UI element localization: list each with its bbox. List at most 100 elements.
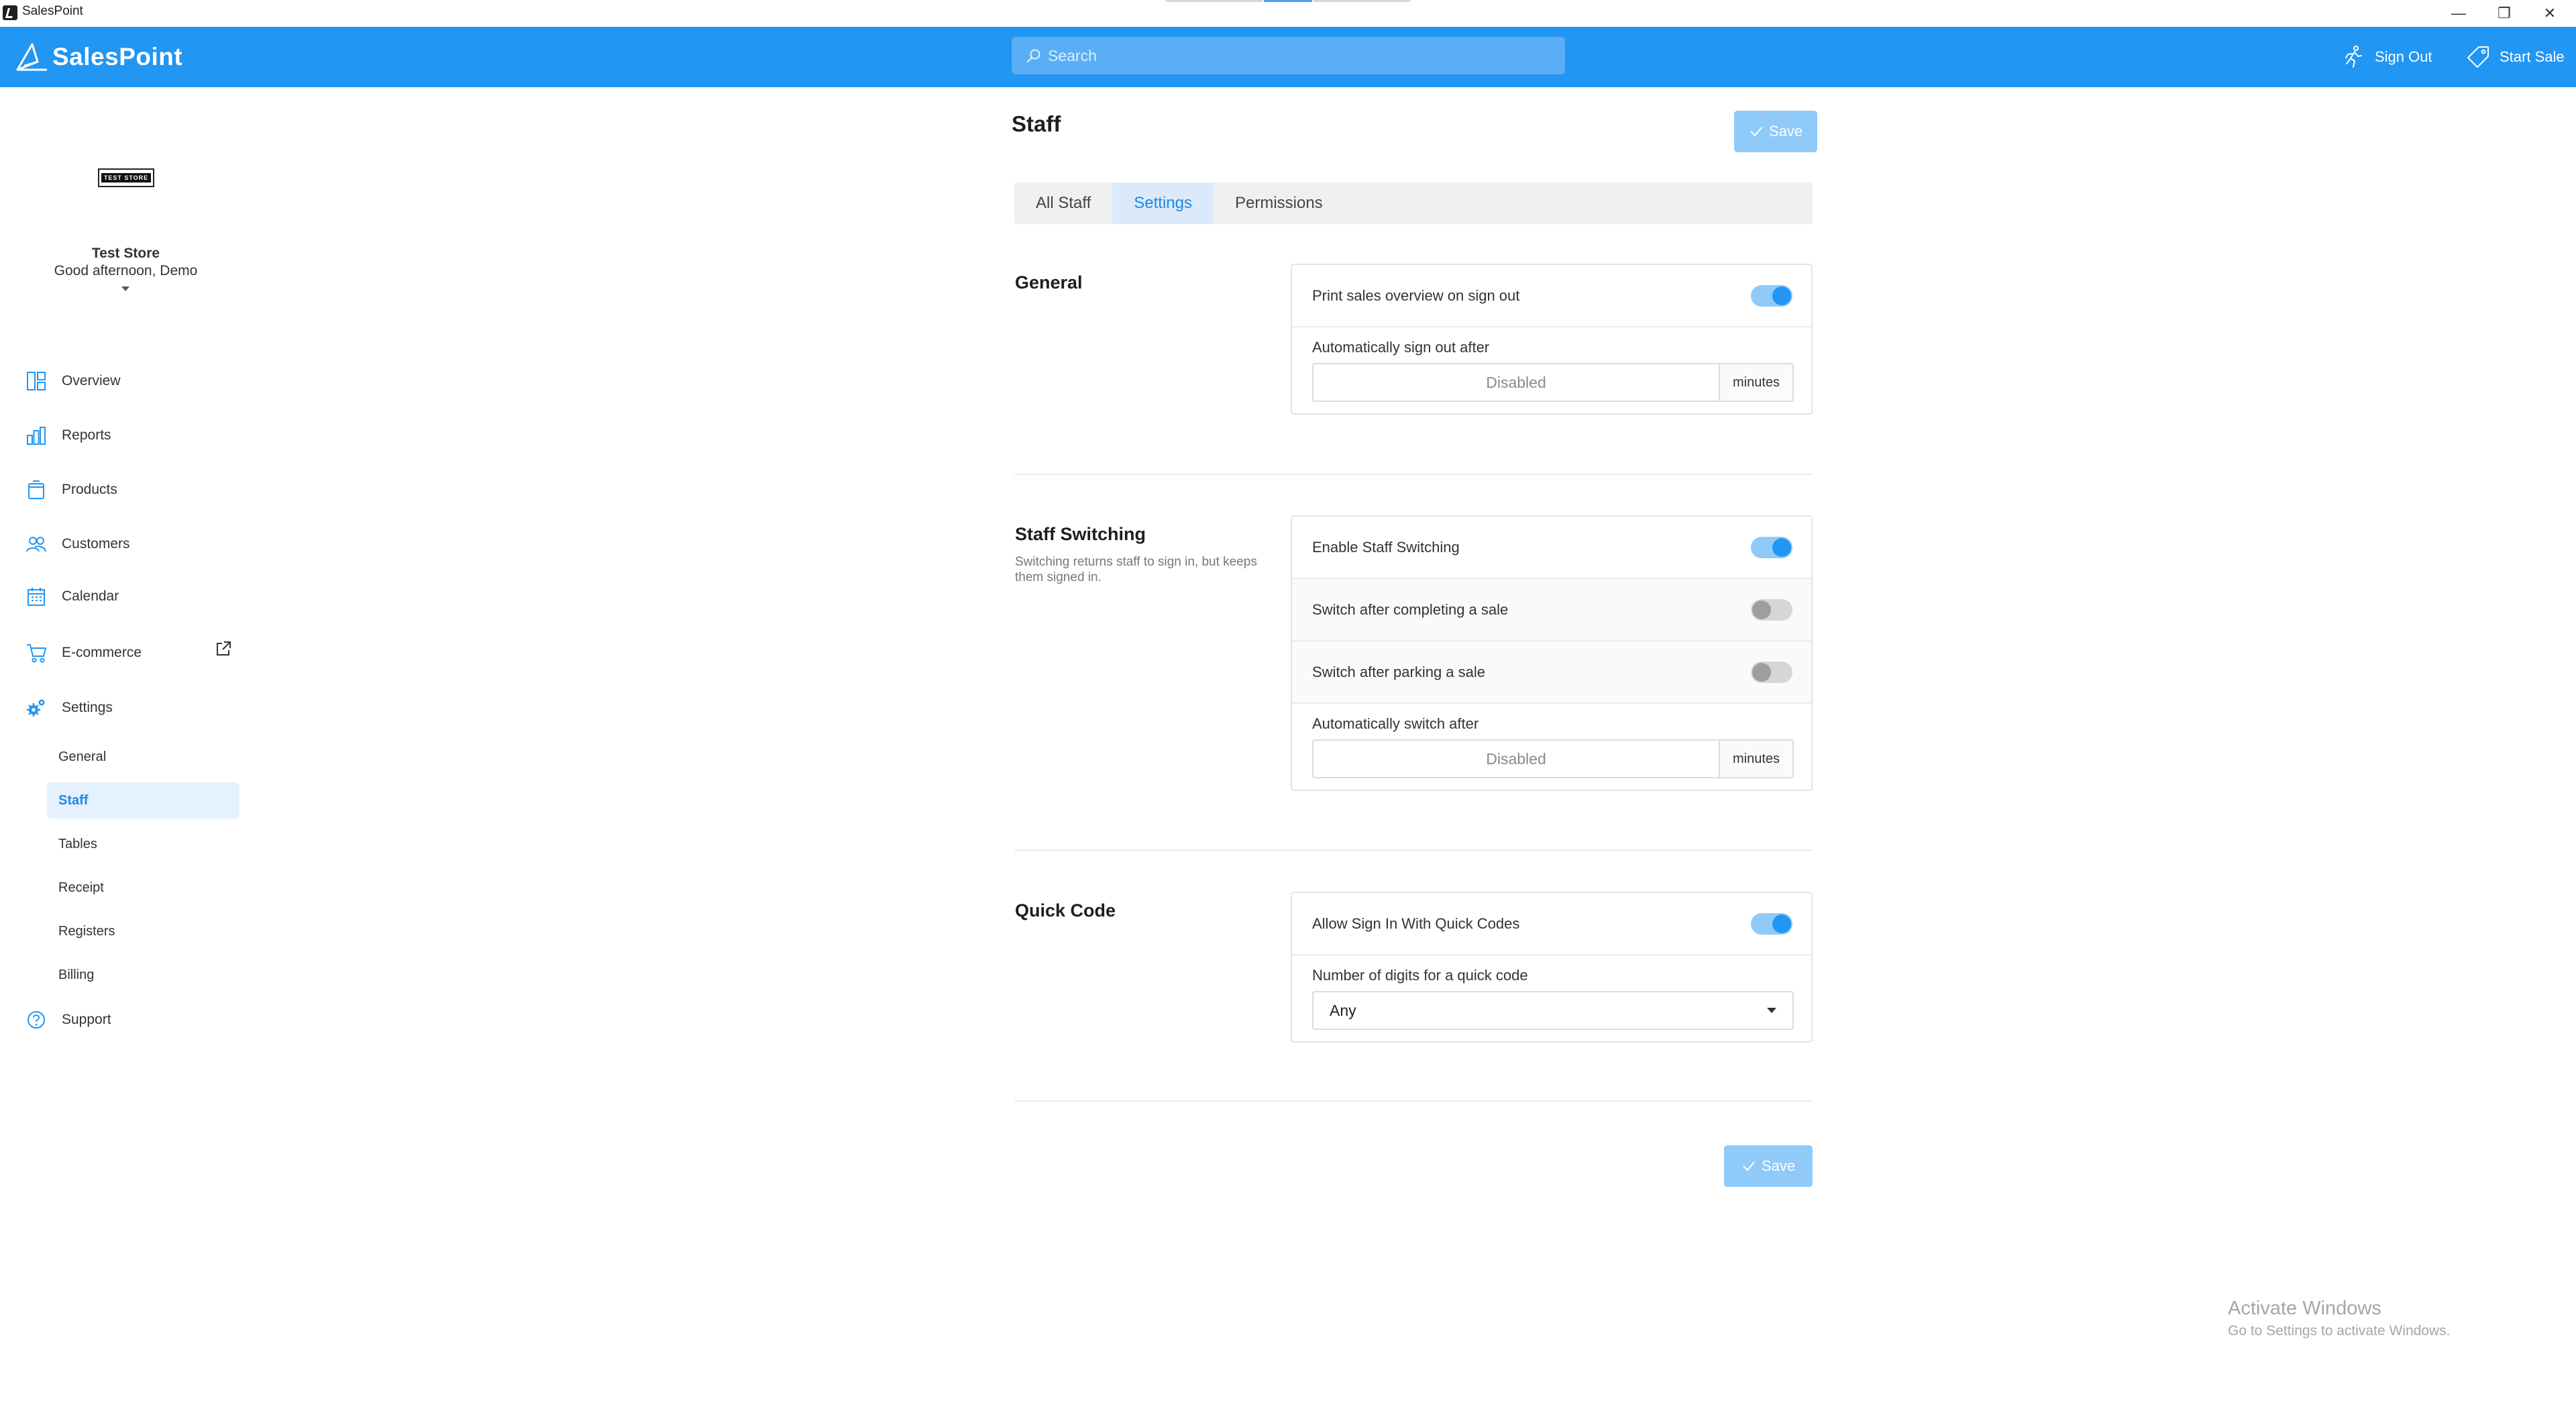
close-button[interactable]: ✕ — [2526, 0, 2573, 27]
switch-after-park-toggle[interactable] — [1751, 661, 1792, 683]
sidebar-item-settings[interactable]: Settings — [24, 692, 113, 724]
restore-button[interactable]: ❐ — [2481, 0, 2528, 27]
tab-all-staff[interactable]: All Staff — [1014, 182, 1112, 224]
salespoint-logo[interactable]: SalesPoint — [15, 42, 182, 72]
app-logo-icon — [3, 5, 17, 20]
external-link-icon[interactable] — [215, 640, 232, 658]
enable-staff-switching-row: Enable Staff Switching — [1292, 517, 1811, 579]
quick-code-card: Allow Sign In With Quick Codes Number of… — [1291, 892, 1813, 1043]
quick-code-digits-value: Any — [1330, 1001, 1356, 1019]
quick-code-digits-row: Number of digits for a quick code Any — [1292, 955, 1811, 1041]
sign-out-label: Sign Out — [2375, 48, 2432, 65]
sidebar-item-label: Customers — [62, 536, 130, 552]
sidebar-item-products[interactable]: Products — [24, 474, 117, 506]
auto-switch-unit: minutes — [1719, 739, 1794, 778]
search-bar[interactable] — [1012, 37, 1565, 74]
switch-after-sale-toggle[interactable] — [1751, 598, 1792, 621]
window-title: SalesPoint — [22, 4, 83, 18]
allow-quick-codes-row: Allow Sign In With Quick Codes — [1292, 893, 1811, 955]
reports-icon — [24, 423, 48, 448]
sidebar-item-label: Settings — [62, 700, 113, 715]
sign-out-button[interactable]: Sign Out — [2341, 43, 2432, 71]
window-titlebar: SalesPoint — ❐ ✕ — [0, 0, 2576, 27]
enable-staff-switching-label: Enable Staff Switching — [1312, 538, 1460, 556]
start-sale-label: Start Sale — [2500, 48, 2565, 65]
salespoint-logo-icon — [16, 43, 47, 71]
search-input[interactable] — [1048, 46, 1558, 65]
tab-permissions[interactable]: Permissions — [1214, 182, 1344, 224]
save-button-bottom[interactable]: Save — [1724, 1145, 1813, 1187]
auto-switch-label: Automatically switch after — [1312, 715, 1479, 732]
auto-signout-row: Automatically sign out after Disabled mi… — [1292, 327, 1811, 413]
sidebar-subitem-receipt[interactable]: Receipt — [47, 870, 239, 906]
sidebar-item-label: Overview — [62, 373, 121, 388]
switch-after-park-label: Switch after parking a sale — [1312, 663, 1486, 680]
logo-text: SalesPoint — [52, 43, 183, 70]
allow-quick-codes-toggle[interactable] — [1751, 912, 1792, 935]
sidebar-subitem-staff[interactable]: Staff — [47, 782, 239, 819]
section-divider — [1014, 1100, 1813, 1102]
minimize-button[interactable]: — — [2435, 0, 2482, 27]
store-menu-chevron-down-icon[interactable] — [121, 286, 129, 291]
auto-switch-input-group: Disabled minutes — [1312, 739, 1794, 778]
print-overview-row: Print sales overview on sign out — [1292, 265, 1811, 327]
print-overview-toggle[interactable] — [1751, 284, 1792, 307]
switch-after-sale-row: Switch after completing a sale — [1292, 579, 1811, 641]
sidebar-subitem-general[interactable]: General — [47, 739, 239, 775]
sidebar-subitem-billing[interactable]: Billing — [47, 957, 239, 993]
sidebar-item-reports[interactable]: Reports — [24, 419, 111, 452]
auto-switch-input[interactable]: Disabled — [1312, 739, 1719, 778]
store-greeting[interactable]: Good afternoon, Demo — [0, 263, 252, 279]
sidebar-item-ecommerce[interactable]: E-commerce — [24, 637, 142, 669]
auto-switch-row: Automatically switch after Disabled minu… — [1292, 704, 1811, 790]
save-label: Save — [1761, 1157, 1796, 1174]
cart-icon — [24, 641, 48, 665]
sidebar-subitem-tables[interactable]: Tables — [47, 826, 239, 862]
sidebar-item-support[interactable]: Support — [24, 1004, 111, 1036]
snap-hint-left — [1166, 0, 1263, 2]
app-header: SalesPoint Sign Out Start Sale — [0, 27, 2576, 87]
activation-watermark-title: Activate Windows — [2228, 1298, 2381, 1319]
start-sale-button[interactable]: Start Sale — [2466, 43, 2565, 71]
auto-signout-label: Automatically sign out after — [1312, 339, 1490, 356]
section-divider — [1014, 849, 1813, 851]
staff-tabs: All Staff Settings Permissions — [1014, 182, 1813, 224]
enable-staff-switching-toggle[interactable] — [1751, 536, 1792, 558]
sidebar-item-label: E-commerce — [62, 645, 142, 660]
quick-code-digits-label: Number of digits for a quick code — [1312, 967, 1528, 984]
save-label: Save — [1768, 123, 1803, 140]
page-title: Staff — [1012, 111, 1061, 136]
save-button-top[interactable]: Save — [1734, 111, 1817, 152]
general-settings-card: Print sales overview on sign out Automat… — [1291, 264, 1813, 415]
sidebar-item-calendar[interactable]: Calendar — [24, 580, 119, 613]
sidebar-item-label: Support — [62, 1012, 111, 1027]
sidebar-item-customers[interactable]: Customers — [24, 528, 130, 560]
snap-hint-middle — [1264, 0, 1312, 2]
allow-quick-codes-label: Allow Sign In With Quick Codes — [1312, 915, 1520, 932]
quick-code-digits-select[interactable]: Any — [1312, 991, 1794, 1030]
section-title-general: General — [1015, 272, 1083, 293]
auto-signout-input-group: Disabled minutes — [1312, 363, 1794, 402]
snap-hint-right — [1313, 0, 1410, 2]
activation-watermark-subtitle: Go to Settings to activate Windows. — [2228, 1323, 2451, 1339]
switch-after-sale-label: Switch after completing a sale — [1312, 601, 1509, 618]
tab-settings[interactable]: Settings — [1112, 182, 1214, 224]
running-person-icon — [2345, 46, 2362, 68]
store-logo: TEST STORE — [98, 168, 154, 187]
sidebar-item-label: Products — [62, 482, 117, 497]
auto-signout-input[interactable]: Disabled — [1312, 363, 1719, 402]
check-icon — [1743, 1161, 1755, 1171]
section-divider — [1014, 474, 1813, 475]
sidebar-subitem-registers[interactable]: Registers — [47, 913, 239, 949]
sidebar: TEST STORE Test Store Good afternoon, De… — [0, 87, 252, 1409]
switch-after-park-row: Switch after parking a sale — [1292, 641, 1811, 704]
search-icon — [1026, 49, 1040, 63]
help-icon — [24, 1008, 48, 1032]
store-name[interactable]: Test Store — [0, 246, 252, 262]
dropdown-caret-icon — [1767, 1008, 1776, 1013]
check-icon — [1750, 127, 1762, 137]
sidebar-item-overview[interactable]: Overview — [24, 365, 121, 397]
section-title-quick-code: Quick Code — [1015, 900, 1116, 921]
customers-icon — [24, 532, 48, 556]
staff-switching-card: Enable Staff Switching Switch after comp… — [1291, 515, 1813, 791]
